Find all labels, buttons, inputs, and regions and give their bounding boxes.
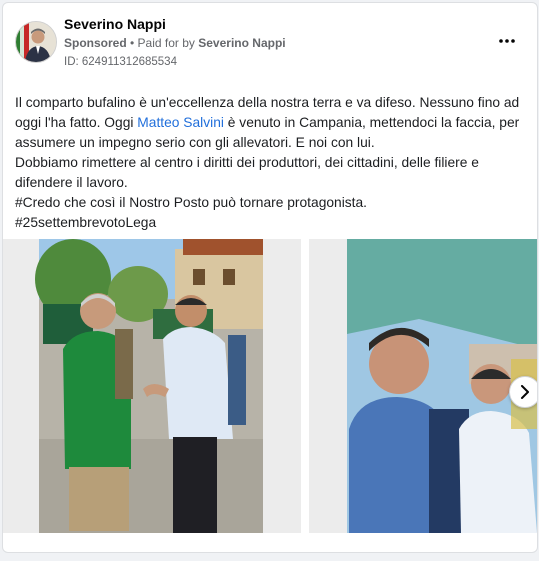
ad-post-card: Severino Nappi Sponsored • Paid for by S… <box>2 2 538 553</box>
post-paragraph-2: Dobbiamo rimettere al centro i diritti d… <box>15 155 479 190</box>
carousel-slide-1[interactable] <box>3 239 301 533</box>
post-paragraph-1: Il comparto bufalino è un'eccellenza del… <box>15 93 530 153</box>
post-paragraph-3: #Credo che così il Nostro Posto può torn… <box>15 195 368 210</box>
chevron-right-icon <box>521 385 529 399</box>
more-options-button[interactable] <box>497 31 517 51</box>
avatar-image <box>16 22 56 62</box>
carousel-photo-1 <box>3 239 301 533</box>
image-carousel[interactable] <box>3 239 537 533</box>
post-body: Il comparto bufalino è un'eccellenza del… <box>15 93 530 233</box>
author-avatar[interactable] <box>15 21 57 63</box>
carousel-slide-2[interactable] <box>309 239 537 533</box>
post-hashtag[interactable]: #25settembrevotoLega <box>15 213 530 233</box>
mention-link[interactable]: Matteo Salvini <box>137 115 224 130</box>
more-horizontal-icon <box>499 39 515 43</box>
author-name[interactable]: Severino Nappi <box>64 16 166 32</box>
carousel-photo-2 <box>309 239 537 533</box>
ad-id: ID: 624911312685534 <box>64 56 177 68</box>
sponsored-label: Sponsored <box>64 36 127 50</box>
sponsored-meta: Sponsored • Paid for by Severino Nappi <box>64 36 286 50</box>
paid-for-name: Severino Nappi <box>198 36 286 50</box>
paid-for-prefix: • Paid for by <box>126 36 199 50</box>
carousel-next-button[interactable] <box>509 376 537 408</box>
